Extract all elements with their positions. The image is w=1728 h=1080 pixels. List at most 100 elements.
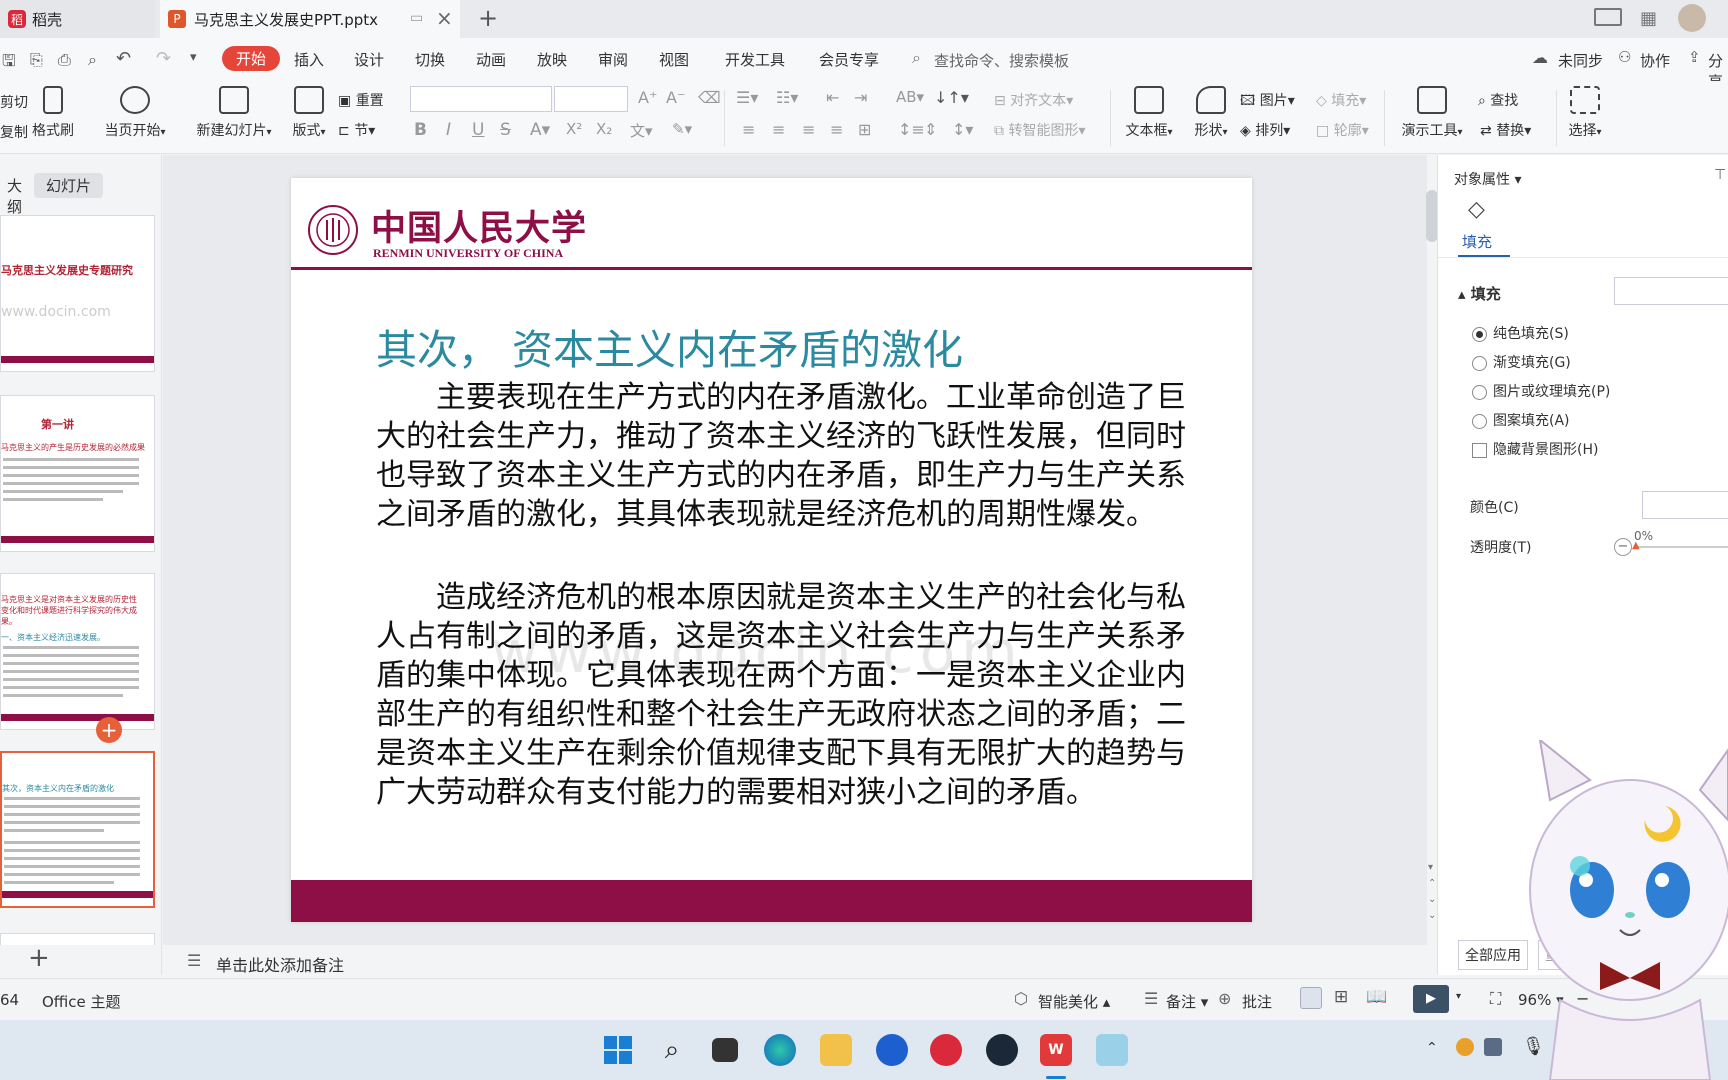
subscript-icon[interactable]: X₂: [596, 120, 612, 138]
app-icon[interactable]: [876, 1034, 908, 1066]
color-picker[interactable]: [1642, 491, 1728, 519]
menu-transition[interactable]: 切换: [415, 49, 445, 70]
save-icon[interactable]: 🖫: [2, 50, 16, 77]
steam-icon[interactable]: [986, 1034, 1018, 1066]
menu-insert[interactable]: 插入: [294, 49, 324, 70]
menu-design[interactable]: 设计: [354, 49, 384, 70]
bullet-list-icon[interactable]: ☰▾: [736, 88, 758, 107]
paragraph-spacing-icon[interactable]: ⇕: [924, 120, 937, 139]
transparency-slider[interactable]: [1634, 546, 1728, 548]
scroll-nav-icon[interactable]: ▾ ⌃ ⌄ ⌄: [1428, 860, 1436, 924]
align-center-icon[interactable]: ≡: [772, 120, 785, 139]
sync-status[interactable]: 未同步: [1558, 50, 1603, 71]
replace-button[interactable]: ⇄ 替换▾: [1480, 120, 1531, 140]
play-options-icon[interactable]: ▾: [1456, 991, 1461, 1002]
export-icon[interactable]: ⎘: [30, 50, 43, 70]
tab-slides[interactable]: 幻灯片: [34, 173, 104, 198]
menu-animation[interactable]: 动画: [476, 49, 506, 70]
underline-icon[interactable]: U: [472, 120, 484, 140]
new-slide-button[interactable]: 新建幻灯片▾: [190, 86, 278, 140]
align-text-button[interactable]: ⊟ 对齐文本▾: [994, 90, 1073, 110]
presenter-tools-button[interactable]: 演示工具▾: [1394, 86, 1470, 140]
security-icon[interactable]: [1484, 1038, 1502, 1056]
slide-thumb-1[interactable]: 马克思主义发展史专题研究 www.docin.com: [0, 215, 155, 372]
increase-font-icon[interactable]: A⁺: [638, 88, 657, 107]
new-tab-icon[interactable]: +: [478, 4, 498, 32]
radio-picture-fill[interactable]: 图片或纹理填充(P): [1472, 381, 1610, 401]
slide-paragraph-1[interactable]: 主要表现在生产方式的内在矛盾激化。工业革命创造了巨大的社会生产力，推动了资本主义…: [376, 378, 1196, 534]
find-button[interactable]: ⌕ 查找: [1478, 90, 1518, 110]
slide-thumb-4-selected[interactable]: 其次，资本主义内在矛盾的激化: [0, 751, 155, 908]
radio-solid-fill[interactable]: 纯色填充(S): [1472, 323, 1569, 343]
picture-button[interactable]: 🖾 图片▾: [1240, 90, 1295, 114]
menu-view[interactable]: 视图: [659, 49, 689, 70]
align-left-icon[interactable]: ≡: [742, 120, 755, 139]
indent-icon[interactable]: ⇥: [854, 88, 867, 107]
decrease-transparency-icon[interactable]: −: [1614, 538, 1632, 556]
column-spacing-icon[interactable]: ↕▾: [952, 120, 973, 139]
pin-icon[interactable]: ⊤: [1714, 167, 1726, 183]
fit-window-icon[interactable]: ⛶: [1490, 989, 1501, 1009]
slide-title[interactable]: 其次， 资本主义内在矛盾的激化: [376, 316, 963, 376]
sort-icon[interactable]: ↓↑▾: [934, 88, 969, 107]
panel-header[interactable]: 对象属性 ▾: [1454, 169, 1521, 189]
window-restore-icon[interactable]: ▭: [410, 10, 423, 26]
bold-icon[interactable]: B: [414, 120, 427, 140]
reset-button[interactable]: ▣ 重置: [338, 90, 384, 110]
menu-review[interactable]: 审阅: [598, 49, 628, 70]
file-explorer-icon[interactable]: [820, 1034, 852, 1066]
select-button[interactable]: 选择▾: [1562, 86, 1608, 140]
current-slide[interactable]: 中国人民大学 RENMIN UNIVERSITY OF CHINA www.do…: [291, 178, 1252, 922]
italic-icon[interactable]: I: [446, 120, 451, 140]
collab-button[interactable]: 协作: [1640, 50, 1670, 71]
tray-expand-icon[interactable]: ⌃: [1426, 1040, 1438, 1056]
justify-icon[interactable]: ≡: [830, 120, 843, 139]
normal-view-icon[interactable]: [1300, 987, 1322, 1009]
tab-document[interactable]: P 马克思主义发展史PPT.pptx ▭ ×: [160, 0, 460, 38]
desktop-pet-mascot[interactable]: [1520, 740, 1728, 1080]
menu-member[interactable]: 会员专享: [819, 49, 879, 70]
slide-sorter-icon[interactable]: ⊞: [1334, 987, 1348, 1007]
align-right-icon[interactable]: ≡: [802, 120, 815, 139]
wps-office-icon[interactable]: W: [1040, 1034, 1072, 1066]
print-preview-icon[interactable]: ⌕: [88, 50, 97, 70]
menu-developer[interactable]: 开发工具: [725, 49, 785, 70]
close-tab-icon[interactable]: ×: [436, 6, 453, 30]
netease-music-icon[interactable]: [930, 1034, 962, 1066]
notes-area[interactable]: ☰ 单击此处添加备注: [163, 945, 1427, 977]
phonetic-icon[interactable]: 文▾: [630, 120, 653, 141]
comments-button[interactable]: 批注: [1242, 991, 1272, 1012]
slide-thumb-3[interactable]: 马克思主义是对资本主义发展的历史性变化和时代课题进行科学探究的伟大成果。 一、资…: [0, 573, 155, 730]
section-button[interactable]: ⊏ 节▾: [338, 120, 375, 140]
fill-button[interactable]: ◇ 填充▾: [1316, 90, 1366, 110]
line-spacing-icon[interactable]: ↕≡: [898, 120, 925, 139]
redo-icon[interactable]: ↷: [156, 48, 171, 69]
radio-pattern-fill[interactable]: 图案填充(A): [1472, 410, 1570, 430]
slide-thumb-2[interactable]: 第一讲 马克思主义的产生是历史发展的必然成果: [0, 395, 155, 552]
edge-browser-icon[interactable]: [764, 1034, 796, 1066]
font-size-select[interactable]: [554, 86, 628, 112]
notes-toggle-button[interactable]: 备注 ▾: [1166, 991, 1208, 1012]
tab-outline[interactable]: 大纲: [0, 175, 22, 217]
command-search[interactable]: 查找命令、搜索模板: [934, 50, 1069, 71]
quick-access-menu-icon[interactable]: ▾: [190, 50, 197, 65]
grid-apps-icon[interactable]: ▦: [1640, 8, 1657, 29]
distribute-icon[interactable]: ⊞: [858, 120, 871, 139]
play-from-current-button[interactable]: 当页开始▾: [98, 86, 172, 140]
slider-handle[interactable]: ▲: [1632, 540, 1640, 551]
undo-icon[interactable]: ↶: [116, 48, 131, 69]
tray-app-icon[interactable]: [1456, 1038, 1474, 1056]
shape-button[interactable]: 形状▾: [1186, 86, 1236, 140]
layout-icon[interactable]: [1594, 8, 1622, 26]
cut-button[interactable]: 剪切: [0, 92, 28, 112]
outdent-icon[interactable]: ⇤: [826, 88, 839, 107]
slide-paragraph-2[interactable]: 造成经济危机的根本原因就是资本主义生产的社会化与私人占有制之间的矛盾，这是资本主…: [376, 578, 1196, 812]
textbox-button[interactable]: 文本框▾: [1118, 86, 1180, 140]
apply-all-button[interactable]: 全部应用: [1458, 940, 1528, 970]
insert-slide-plus-icon[interactable]: +: [96, 717, 122, 743]
smart-shape-button[interactable]: ⧉ 转智能图形▾: [994, 120, 1085, 140]
fill-type-select[interactable]: [1614, 277, 1728, 305]
task-view-icon[interactable]: [712, 1038, 738, 1062]
theme-name[interactable]: Office 主题: [42, 991, 121, 1012]
layout-button[interactable]: 版式▾: [286, 86, 332, 140]
